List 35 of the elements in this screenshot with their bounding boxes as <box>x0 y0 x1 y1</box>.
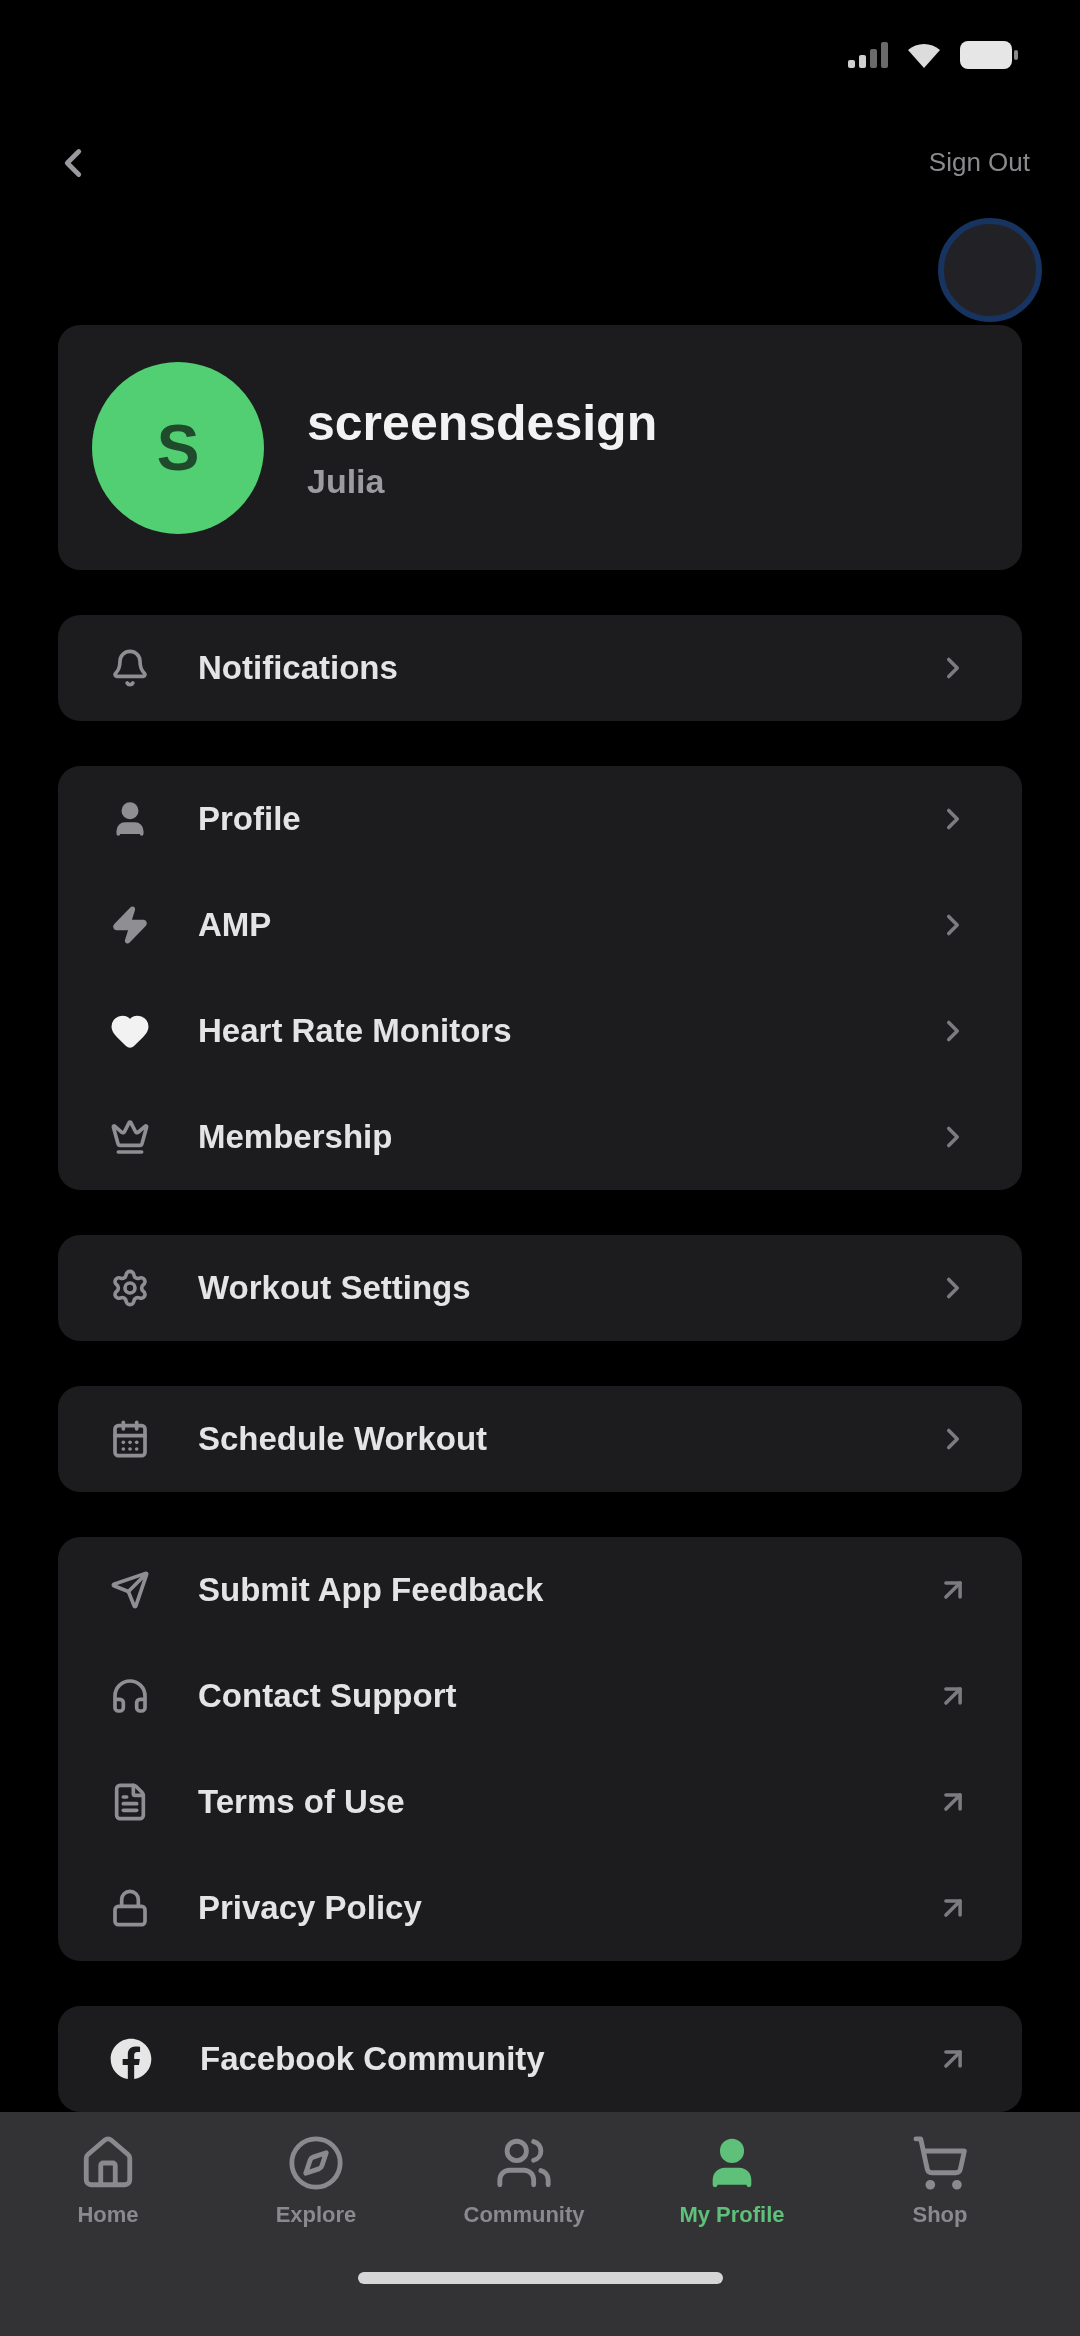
headset-icon <box>110 1676 150 1716</box>
lightning-icon <box>110 905 150 945</box>
menu-item[interactable]: Terms of Use <box>58 1749 1022 1855</box>
bell-icon <box>110 648 150 688</box>
tab[interactable]: Home <box>4 2134 212 2228</box>
menu-item[interactable]: Workout Settings <box>58 1235 1022 1341</box>
menu-item[interactable]: Facebook Community <box>58 2006 1022 2112</box>
tab[interactable]: Shop <box>836 2134 1044 2228</box>
wifi-icon <box>906 42 942 68</box>
facebook-icon <box>110 2038 152 2080</box>
signal-icon <box>848 42 888 68</box>
tab[interactable]: Community <box>420 2134 628 2228</box>
menu-item[interactable]: Contact Support <box>58 1643 1022 1749</box>
menu-item[interactable]: AMP <box>58 872 1022 978</box>
display-name: Julia <box>307 462 386 501</box>
menu-item[interactable]: Privacy Policy <box>58 1855 1022 1961</box>
avatar: S <box>92 361 264 534</box>
calendar-icon <box>110 1419 150 1459</box>
lock-icon <box>110 1888 150 1928</box>
tab[interactable]: My Profile <box>628 2134 836 2228</box>
menu-item[interactable]: Notifications <box>58 615 1022 721</box>
paper-plane-icon <box>110 1570 150 1610</box>
tab[interactable]: Explore <box>212 2134 420 2228</box>
menu-item[interactable]: Membership <box>58 1084 1022 1190</box>
menu-item[interactable]: Heart Rate Monitors <box>58 978 1022 1084</box>
gear-icon <box>110 1268 150 1308</box>
menu-item[interactable]: Profile <box>58 766 1022 872</box>
menu-item[interactable]: Schedule Workout <box>58 1386 1022 1492</box>
crown-icon <box>110 1117 150 1157</box>
username: screensdesign <box>307 394 658 452</box>
compass-icon <box>287 2134 345 2192</box>
cart-icon <box>911 2134 969 2192</box>
menu-item[interactable]: Submit App Feedback <box>58 1537 1022 1643</box>
battery-icon <box>960 41 1018 69</box>
sign-out-button[interactable]: Sign Out <box>928 143 1030 182</box>
